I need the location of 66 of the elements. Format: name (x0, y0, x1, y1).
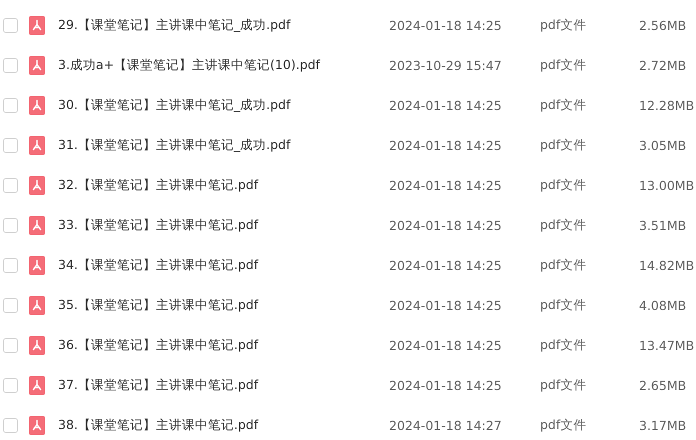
modified-date: 2024-01-18 14:25 (389, 98, 503, 112)
file-size: 2.56MB (639, 18, 688, 32)
pdf-file-icon (29, 416, 45, 434)
file-name[interactable]: 30.【课堂笔记】主讲课中笔记_成功.pdf (58, 96, 389, 114)
modified-date: 2024-01-18 14:25 (389, 378, 503, 392)
modified-date: 2024-01-18 14:25 (389, 298, 503, 312)
file-size: 2.65MB (639, 378, 688, 392)
file-name[interactable]: 35.【课堂笔记】主讲课中笔记.pdf (58, 296, 389, 314)
checkbox[interactable] (3, 338, 18, 352)
modified-date: 2024-01-18 14:25 (389, 338, 503, 352)
pdf-file-icon (29, 136, 45, 154)
pdf-file-icon (29, 256, 45, 274)
file-type: pdf文件 (540, 176, 588, 194)
checkbox[interactable] (3, 218, 18, 232)
file-size: 3.05MB (639, 138, 688, 152)
file-name[interactable]: 34.【课堂笔记】主讲课中笔记.pdf (58, 256, 389, 274)
file-name[interactable]: 29.【课堂笔记】主讲课中笔记_成功.pdf (58, 16, 389, 34)
modified-date: 2024-01-18 14:27 (389, 418, 503, 432)
checkbox[interactable] (3, 98, 18, 112)
file-name[interactable]: 3.成功a+【课堂笔记】主讲课中笔记(10).pdf (58, 56, 389, 74)
checkbox[interactable] (3, 58, 18, 72)
pdf-file-icon (29, 376, 45, 394)
file-type: pdf文件 (540, 336, 588, 354)
file-size: 12.28MB (639, 98, 696, 112)
pdf-file-icon (29, 96, 45, 114)
file-name[interactable]: 32.【课堂笔记】主讲课中笔记.pdf (58, 176, 389, 194)
checkbox[interactable] (3, 258, 18, 272)
pdf-file-icon (29, 216, 45, 234)
pdf-file-icon (29, 176, 45, 194)
file-size: 13.47MB (639, 338, 696, 352)
file-size: 3.17MB (639, 418, 688, 432)
file-type: pdf文件 (540, 296, 588, 314)
file-size: 2.72MB (639, 58, 688, 72)
checkbox[interactable] (3, 178, 18, 192)
file-type: pdf文件 (540, 56, 588, 74)
file-type: pdf文件 (540, 96, 588, 114)
file-type: pdf文件 (540, 136, 588, 154)
modified-date: 2024-01-18 14:25 (389, 178, 503, 192)
file-type: pdf文件 (540, 376, 588, 394)
file-type: pdf文件 (540, 16, 588, 34)
file-type: pdf文件 (540, 216, 588, 234)
pdf-file-icon (29, 16, 45, 34)
checkbox[interactable] (3, 138, 18, 152)
modified-date: 2024-01-18 14:25 (389, 218, 503, 232)
checkbox[interactable] (3, 378, 18, 392)
file-name[interactable]: 31.【课堂笔记】主讲课中笔记_成功.pdf (58, 136, 389, 154)
pdf-file-icon (29, 336, 45, 354)
file-name[interactable]: 36.【课堂笔记】主讲课中笔记.pdf (58, 336, 389, 354)
modified-date: 2024-01-18 14:25 (389, 258, 503, 272)
checkbox[interactable] (3, 298, 18, 312)
pdf-file-icon (29, 56, 45, 74)
file-type: pdf文件 (540, 416, 588, 434)
file-name[interactable]: 33.【课堂笔记】主讲课中笔记.pdf (58, 216, 389, 234)
file-name[interactable]: 37.【课堂笔记】主讲课中笔记.pdf (58, 376, 389, 394)
file-size: 4.08MB (639, 298, 688, 312)
checkbox[interactable] (3, 18, 18, 32)
pdf-file-icon (29, 296, 45, 314)
modified-date: 2024-01-18 14:25 (389, 18, 503, 32)
file-size: 13.00MB (639, 178, 696, 192)
file-name[interactable]: 38.【课堂笔记】主讲课中笔记.pdf (58, 416, 389, 434)
modified-date: 2024-01-18 14:25 (389, 138, 503, 152)
file-size: 14.82MB (639, 258, 696, 272)
checkbox[interactable] (3, 418, 18, 432)
modified-date: 2023-10-29 15:47 (389, 58, 503, 72)
file-size: 3.51MB (639, 218, 688, 232)
file-type: pdf文件 (540, 256, 588, 274)
